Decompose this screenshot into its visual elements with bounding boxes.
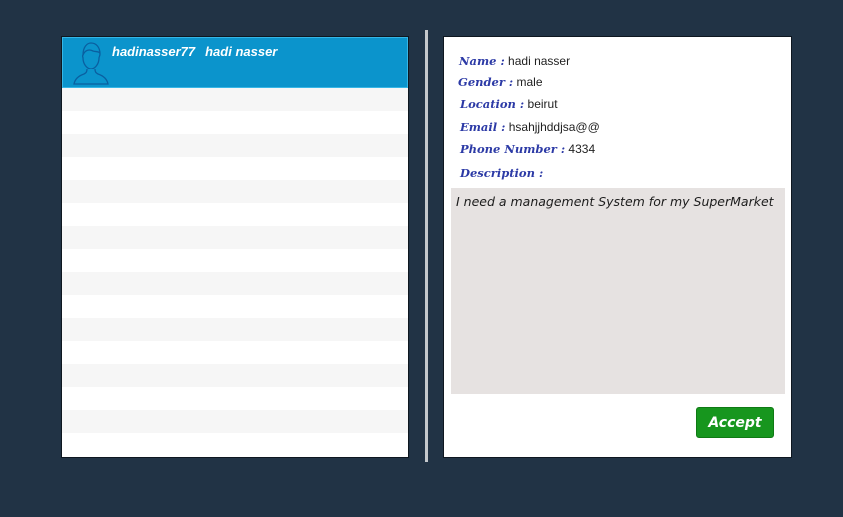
description-label: Description : (460, 166, 544, 180)
list-item-empty[interactable] (62, 410, 408, 433)
name-value: hadi nasser (508, 54, 571, 68)
list-item-empty[interactable] (62, 226, 408, 249)
name-field: Name : hadi nasser (459, 54, 570, 68)
list-item-empty[interactable] (62, 387, 408, 410)
user-details-panel: Name : hadi nasser Gender : male Locatio… (443, 36, 792, 458)
list-item-empty[interactable] (62, 157, 408, 180)
list-item-empty[interactable] (62, 134, 408, 157)
list-item-empty[interactable] (62, 111, 408, 134)
list-item-empty[interactable] (62, 341, 408, 364)
gender-value: male (516, 75, 543, 89)
email-value: hsahjjhddjsa@@ (508, 120, 600, 134)
name-label: Name : (459, 54, 505, 68)
email-label: Email : (460, 120, 506, 134)
location-value: beirut (527, 97, 558, 111)
user-avatar-icon (73, 42, 109, 85)
user-list-item-text: hadinasser77 hadi nasser (112, 44, 277, 59)
list-item-empty[interactable] (62, 295, 408, 318)
list-item-empty[interactable] (62, 433, 408, 456)
full-name-text: hadi nasser (205, 44, 278, 59)
description-textbox[interactable]: I need a management System for my SuperM… (451, 188, 785, 394)
list-item-empty[interactable] (62, 272, 408, 295)
user-list-item-selected[interactable]: hadinasser77 hadi nasser (62, 37, 408, 88)
email-field: Email : hsahjjhddjsa@@ (460, 120, 600, 134)
gender-field: Gender : male (458, 75, 543, 89)
app-window: hadinasser77 hadi nasser Name : hadi nass… (0, 0, 843, 517)
accept-button[interactable]: Accept (696, 407, 774, 438)
list-item-empty[interactable] (62, 203, 408, 226)
phone-field: Phone Number : 4334 (460, 142, 595, 156)
list-item-empty[interactable] (62, 249, 408, 272)
location-label: Location : (460, 97, 525, 111)
gender-label: Gender : (458, 75, 514, 89)
user-list: hadinasser77 hadi nasser (61, 36, 409, 458)
list-item-empty[interactable] (62, 364, 408, 387)
panel-divider[interactable] (425, 30, 428, 462)
list-item-empty[interactable] (62, 318, 408, 341)
user-list-rows (62, 88, 408, 456)
phone-label: Phone Number : (460, 142, 566, 156)
list-item-empty[interactable] (62, 180, 408, 203)
phone-value: 4334 (568, 142, 596, 156)
location-field: Location : beirut (460, 97, 558, 111)
username-text: hadinasser77 (112, 44, 196, 59)
description-field: Description : (460, 166, 543, 180)
list-item-empty[interactable] (62, 88, 408, 111)
